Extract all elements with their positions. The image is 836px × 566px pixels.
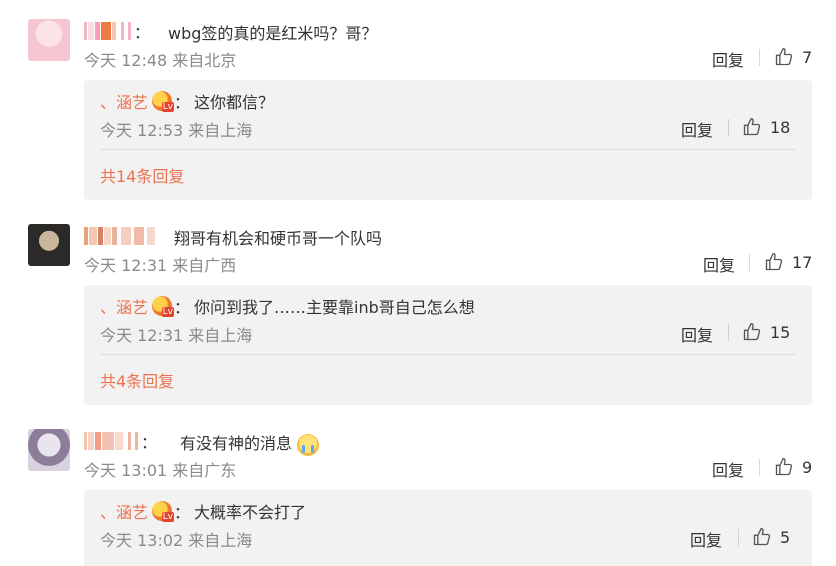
comment-item: ： 有没有神的消息 今天 13:01 来自广东 回复 9 、涵艺 ： 大概率不会… (0, 424, 836, 566)
divider (100, 354, 796, 355)
colon: ： (174, 93, 191, 112)
divider (738, 529, 739, 546)
reply-button[interactable]: 回复 (681, 322, 713, 346)
like-button[interactable]: 5 (752, 527, 790, 547)
reply-button[interactable]: 回复 (703, 252, 735, 276)
view-more-replies-link[interactable]: 共4条回复 (100, 368, 174, 392)
comment-meta: 今天 12:48 来自北京 (84, 51, 237, 70)
like-count: 15 (770, 322, 791, 342)
thumbs-up-icon (743, 117, 761, 136)
colon: ： (174, 503, 191, 522)
view-more-replies-link[interactable]: 共14条回复 (100, 163, 184, 187)
reply-text: 这你都信？ (194, 93, 275, 112)
avatar[interactable] (28, 224, 70, 266)
like-count: 18 (770, 117, 791, 137)
colon: ： (141, 433, 158, 452)
avatar[interactable] (28, 429, 70, 471)
colon: ： (174, 298, 191, 317)
avatar[interactable] (28, 19, 70, 61)
reply-username[interactable]: 、涵艺 (100, 294, 148, 318)
comment-text-body: 有没有神的消息 (180, 434, 293, 453)
like-button[interactable]: 15 (742, 322, 790, 342)
like-button[interactable]: 7 (774, 47, 812, 67)
member-badge-icon (152, 91, 175, 112)
reply-text: 大概率不会打了 (194, 503, 307, 522)
reply-button[interactable]: 回复 (690, 527, 722, 551)
comment-item: 翔哥有机会和硬币哥一个队吗 今天 12:31 来自广西 回复 17 、涵艺 ： … (0, 219, 836, 409)
like-count: 7 (802, 47, 813, 67)
username-obscured[interactable] (84, 224, 156, 248)
like-count: 9 (802, 457, 813, 477)
member-badge-icon (152, 501, 175, 522)
reply-button[interactable]: 回复 (681, 117, 713, 141)
comment-text: 翔哥有机会和硬币哥一个队吗 (174, 229, 383, 248)
thumbs-up-icon (743, 322, 761, 341)
like-button[interactable]: 17 (764, 252, 812, 272)
thumbs-up-icon (753, 527, 771, 546)
divider (728, 324, 729, 341)
like-count: 17 (792, 252, 813, 272)
reply-username[interactable]: 、涵艺 (100, 89, 148, 113)
reply-thread: 、涵艺 ： 你问到我了……主要靠inb哥自己怎么想 今天 12:31 来自上海 … (84, 285, 812, 405)
reply-thread: 、涵艺 ： 这你都信？ 今天 12:53 来自上海 回复 18 共14条回复 (84, 80, 812, 200)
divider (728, 119, 729, 136)
comment-meta: 今天 13:01 来自广东 (84, 461, 237, 480)
divider (759, 459, 760, 476)
reply-username[interactable]: 、涵艺 (100, 499, 148, 523)
comment-meta: 今天 12:31 来自广西 (84, 256, 237, 275)
comment-text: 有没有神的消息 (180, 430, 320, 456)
thumbs-up-icon (775, 457, 793, 476)
colon: ： (134, 23, 151, 42)
comment-text: wbg签的真的是红米吗？哥？ (168, 24, 378, 43)
like-count: 5 (780, 527, 791, 547)
divider (749, 254, 750, 271)
reply-meta: 今天 12:53 来自上海 (100, 121, 253, 140)
reply-meta: 今天 13:02 来自上海 (100, 531, 253, 550)
reply-meta: 今天 12:31 来自上海 (100, 326, 253, 345)
member-badge-icon (152, 296, 175, 317)
like-button[interactable]: 9 (774, 457, 812, 477)
username-obscured[interactable]: ： (84, 429, 157, 453)
reply-text: 你问到我了……主要靠inb哥自己怎么想 (194, 298, 475, 317)
like-button[interactable]: 18 (742, 117, 790, 137)
reply-button[interactable]: 回复 (712, 457, 744, 481)
username-obscured[interactable]: ： (84, 19, 150, 43)
divider (100, 149, 796, 150)
reply-button[interactable]: 回复 (712, 47, 744, 71)
thumbs-up-icon (765, 252, 783, 271)
comment-item: ： wbg签的真的是红米吗？哥？ 今天 12:48 来自北京 回复 7 、涵艺 … (0, 14, 836, 204)
reply-thread: 、涵艺 ： 大概率不会打了 今天 13:02 来自上海 回复 5 (84, 490, 812, 566)
thumbs-up-icon (775, 47, 793, 66)
crying-face-icon (297, 433, 320, 456)
divider (759, 49, 760, 66)
